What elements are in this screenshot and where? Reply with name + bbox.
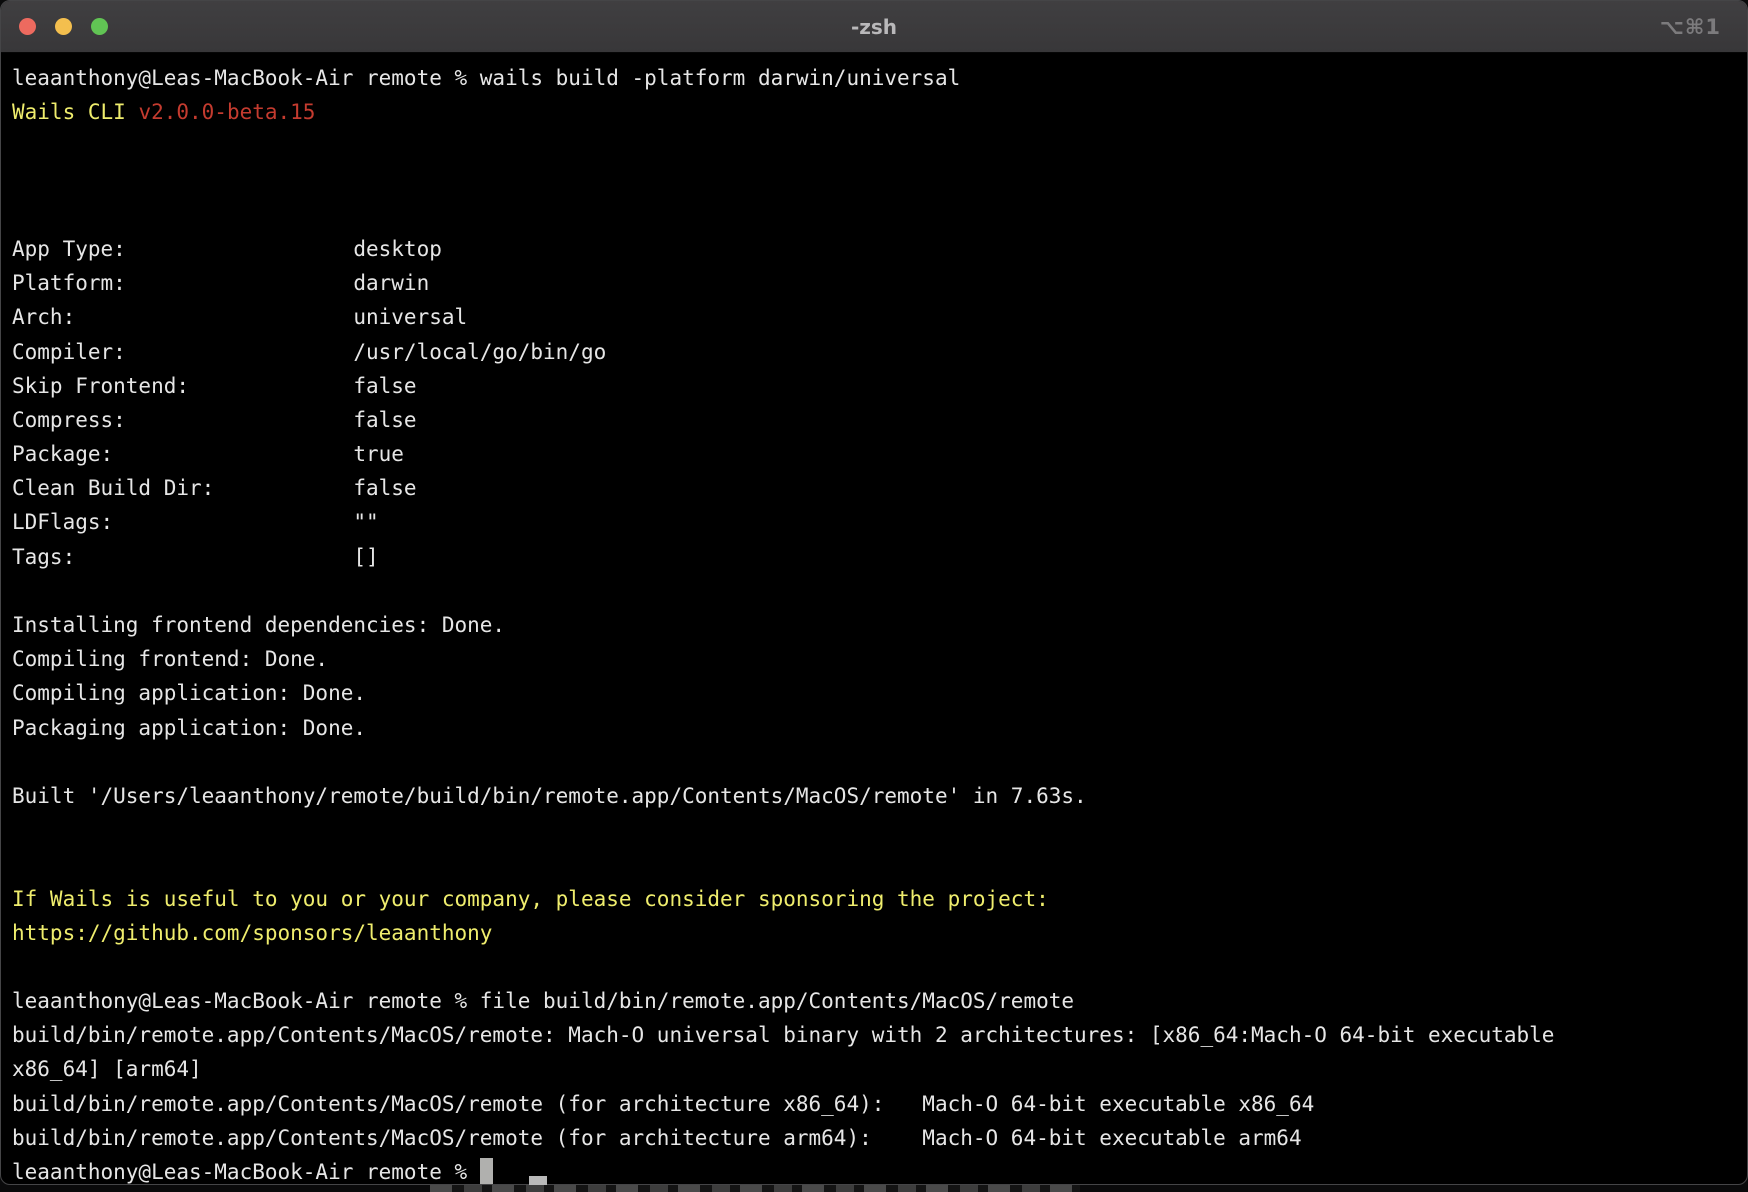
terminal-screen[interactable]: leaanthony@Leas-MacBook-Air remote % wai… bbox=[1, 53, 1747, 1184]
terminal-text-segment: Packaging application: Done. bbox=[12, 716, 366, 740]
terminal-text-segment: https://github.com/sponsors/leaanthony bbox=[12, 921, 492, 945]
close-button[interactable] bbox=[19, 18, 36, 35]
terminal-text-segment: leaanthony@Leas-MacBook-Air remote % wai… bbox=[12, 66, 960, 90]
terminal-text-segment: build/bin/remote.app/Contents/MacOS/remo… bbox=[12, 1126, 1302, 1150]
background-window-tab bbox=[529, 1176, 547, 1185]
terminal-text-segment: v2.0.0-beta.15 bbox=[138, 100, 315, 124]
terminal-text-segment: If Wails is useful to you or your compan… bbox=[12, 887, 1049, 911]
terminal-text-segment: Compress: false bbox=[12, 408, 417, 432]
minimize-button[interactable] bbox=[55, 18, 72, 35]
terminal-line: Packaging application: Done. bbox=[12, 711, 1736, 745]
terminal-line: Compiling application: Done. bbox=[12, 676, 1736, 710]
titlebar[interactable]: -zsh ⌥⌘1 bbox=[1, 1, 1747, 53]
terminal-text-segment: Compiler: /usr/local/go/bin/go bbox=[12, 340, 606, 364]
terminal-line: leaanthony@Leas-MacBook-Air remote % wai… bbox=[12, 61, 1736, 95]
terminal-line: Platform: darwin bbox=[12, 266, 1736, 300]
terminal-text-segment: LDFlags: "" bbox=[12, 510, 379, 534]
terminal-line: leaanthony@Leas-MacBook-Air remote % bbox=[12, 1155, 1736, 1184]
terminal-line bbox=[12, 129, 1736, 163]
terminal-text-segment: App Type: desktop bbox=[12, 237, 442, 261]
terminal-line: leaanthony@Leas-MacBook-Air remote % fil… bbox=[12, 984, 1736, 1018]
traffic-lights bbox=[19, 1, 108, 52]
terminal-line: Compiler: /usr/local/go/bin/go bbox=[12, 335, 1736, 369]
window-title: -zsh bbox=[851, 15, 897, 39]
terminal-line: App Type: desktop bbox=[12, 232, 1736, 266]
terminal-line: Installing frontend dependencies: Done. bbox=[12, 608, 1736, 642]
terminal-text-segment: Compiling frontend: Done. bbox=[12, 647, 328, 671]
terminal-text-segment: Arch: universal bbox=[12, 305, 467, 329]
terminal-text-segment: leaanthony@Leas-MacBook-Air remote % bbox=[12, 1160, 480, 1184]
background-window-sliver bbox=[430, 1185, 1080, 1192]
terminal-text-segment: Compiling application: Done. bbox=[12, 681, 366, 705]
terminal-text-segment: Installing frontend dependencies: Done. bbox=[12, 613, 505, 637]
terminal-line bbox=[12, 164, 1736, 198]
terminal-line: If Wails is useful to you or your compan… bbox=[12, 882, 1736, 916]
terminal-line: build/bin/remote.app/Contents/MacOS/remo… bbox=[12, 1018, 1736, 1052]
terminal-line: Clean Build Dir: false bbox=[12, 471, 1736, 505]
terminal-line bbox=[12, 813, 1736, 847]
terminal-text-segment: x86_64] [arm64] bbox=[12, 1057, 202, 1081]
terminal-text-segment: Skip Frontend: false bbox=[12, 374, 417, 398]
terminal-text-segment: leaanthony@Leas-MacBook-Air remote % fil… bbox=[12, 989, 1074, 1013]
terminal-text-segment: Built '/Users/leaanthony/remote/build/bi… bbox=[12, 784, 1087, 808]
terminal-line: Tags: [] bbox=[12, 540, 1736, 574]
terminal-line: Package: true bbox=[12, 437, 1736, 471]
terminal-text-segment: Clean Build Dir: false bbox=[12, 476, 417, 500]
terminal-text-segment: Package: true bbox=[12, 442, 404, 466]
terminal-line: Compiling frontend: Done. bbox=[12, 642, 1736, 676]
terminal-line: https://github.com/sponsors/leaanthony bbox=[12, 916, 1736, 950]
terminal-line: Compress: false bbox=[12, 403, 1736, 437]
zoom-button[interactable] bbox=[91, 18, 108, 35]
terminal-line: Built '/Users/leaanthony/remote/build/bi… bbox=[12, 779, 1736, 813]
terminal-text-segment: build/bin/remote.app/Contents/MacOS/remo… bbox=[12, 1092, 1314, 1116]
terminal-text-segment: Tags: [] bbox=[12, 545, 379, 569]
terminal-line bbox=[12, 745, 1736, 779]
terminal-line: LDFlags: "" bbox=[12, 505, 1736, 539]
terminal-line: Skip Frontend: false bbox=[12, 369, 1736, 403]
terminal-line: build/bin/remote.app/Contents/MacOS/remo… bbox=[12, 1087, 1736, 1121]
terminal-line bbox=[12, 198, 1736, 232]
terminal-text-segment: Platform: darwin bbox=[12, 271, 429, 295]
terminal-line: x86_64] [arm64] bbox=[12, 1052, 1736, 1086]
terminal-line: build/bin/remote.app/Contents/MacOS/remo… bbox=[12, 1121, 1736, 1155]
terminal-line bbox=[12, 847, 1736, 881]
terminal-line: Wails CLI v2.0.0-beta.15 bbox=[12, 95, 1736, 129]
terminal-line bbox=[12, 950, 1736, 984]
terminal-window: -zsh ⌥⌘1 leaanthony@Leas-MacBook-Air rem… bbox=[0, 0, 1748, 1185]
terminal-text-segment: Wails CLI bbox=[12, 100, 138, 124]
terminal-line: Arch: universal bbox=[12, 300, 1736, 334]
tab-shortcut-badge: ⌥⌘1 bbox=[1660, 15, 1721, 39]
terminal-text-segment: build/bin/remote.app/Contents/MacOS/remo… bbox=[12, 1023, 1554, 1047]
terminal-line bbox=[12, 574, 1736, 608]
block-cursor bbox=[480, 1158, 493, 1184]
